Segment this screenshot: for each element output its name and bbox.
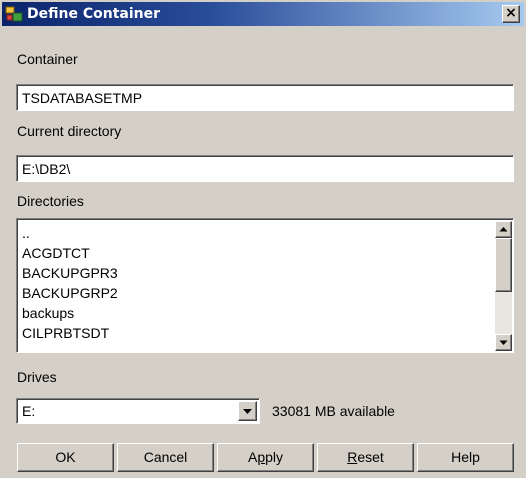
scroll-down-button[interactable] <box>495 334 512 351</box>
current-directory-label: Current directory <box>17 123 122 139</box>
reset-mnemonic: R <box>347 449 358 465</box>
reset-button[interactable]: Reset <box>317 443 414 472</box>
scroll-thumb[interactable] <box>495 238 512 292</box>
apply-label-part: ply <box>265 449 284 465</box>
container-label: Container <box>17 51 78 67</box>
apply-button[interactable]: Apply <box>217 443 314 472</box>
list-item[interactable]: ACGDTCT <box>22 243 492 263</box>
arrow-down-icon <box>499 340 508 345</box>
list-item[interactable]: .. <box>22 223 492 243</box>
reset-label-part: eset <box>357 449 384 465</box>
cancel-button-label: Cancel <box>143 449 188 465</box>
ok-button[interactable]: OK <box>17 443 114 472</box>
list-item[interactable]: backups <box>22 303 492 323</box>
chevron-down-icon <box>243 409 252 414</box>
close-button[interactable]: × <box>502 5 520 23</box>
title-bar[interactable]: Define Container × <box>2 2 524 26</box>
directories-listbox[interactable]: .. ACGDTCT BACKUPGPR3 BACKUPGRP2 backups… <box>16 218 514 353</box>
cancel-button[interactable]: Cancel <box>117 443 214 472</box>
list-item[interactable]: CILPRBTSDT <box>22 323 492 343</box>
current-directory-input[interactable]: E:\DB2\ <box>16 155 514 182</box>
define-container-dialog: Define Container × Container TSDATABASET… <box>0 0 526 478</box>
drives-dropdown-button[interactable] <box>238 401 257 421</box>
drive-available-space: 33081 MB available <box>272 403 395 419</box>
container-input[interactable]: TSDATABASETMP <box>16 84 514 111</box>
list-item[interactable]: BACKUPGRP2 <box>22 283 492 303</box>
list-item[interactable]: BACKUPGPR3 <box>22 263 492 283</box>
drives-select[interactable]: E: <box>16 398 260 424</box>
directories-label: Directories <box>17 193 84 209</box>
help-button[interactable]: Help <box>417 443 514 472</box>
drives-label: Drives <box>17 369 57 385</box>
help-button-label: Help <box>451 449 480 465</box>
apply-label-part: A <box>247 449 258 465</box>
ok-button-label: OK <box>55 449 76 465</box>
apply-mnemonic: p <box>257 449 266 465</box>
scroll-up-button[interactable] <box>495 221 512 238</box>
drives-selected-value: E: <box>22 403 36 419</box>
window-title: Define Container <box>27 6 160 22</box>
container-icon <box>5 6 23 22</box>
close-icon: × <box>505 5 517 21</box>
arrow-up-icon <box>499 227 508 232</box>
directories-scrollbar[interactable] <box>495 221 512 351</box>
